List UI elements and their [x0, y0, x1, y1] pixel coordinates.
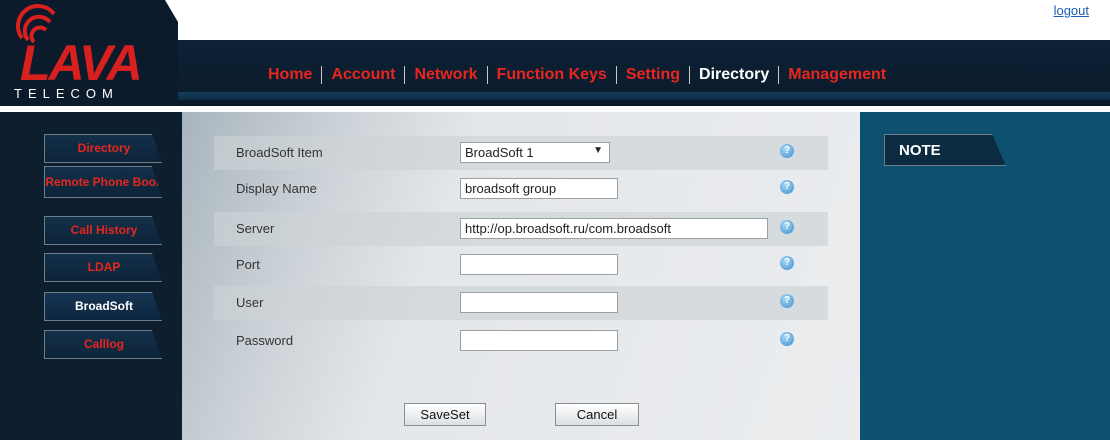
help-icon[interactable]: ? — [780, 180, 794, 194]
cancel-button[interactable]: Cancel — [555, 403, 639, 426]
logo-wordmark: LAVA — [20, 35, 143, 91]
broadsoft-item-label: BroadSoft Item — [236, 145, 323, 160]
help-icon[interactable]: ? — [780, 294, 794, 308]
server-label: Server — [236, 221, 275, 236]
main-navigation: Home Account Network Function Keys Setti… — [268, 64, 895, 86]
password-input[interactable] — [460, 330, 618, 351]
logo: LAVA TELECOM — [0, 0, 178, 106]
nav-home[interactable]: Home — [268, 65, 321, 85]
logo-subtitle: TELECOM — [14, 86, 119, 101]
password-label: Password — [236, 333, 294, 348]
broadsoft-item-row: BroadSoft Item BroadSoft 1 ▼ ? — [214, 136, 828, 170]
password-row: Password ? — [214, 324, 828, 358]
port-input[interactable] — [460, 254, 618, 275]
broadsoft-form: BroadSoft Item BroadSoft 1 ▼ ? Display N… — [182, 112, 860, 440]
port-label: Port — [236, 257, 260, 272]
logout-link[interactable]: logout — [1054, 3, 1089, 18]
nav-network[interactable]: Network — [405, 65, 486, 85]
user-label: User — [236, 295, 264, 310]
port-row: Port ? — [214, 248, 828, 282]
sidebar-item-calllog[interactable]: Calllog — [44, 330, 162, 359]
broadsoft-item-value: BroadSoft 1 — [465, 145, 534, 160]
display-name-input[interactable] — [460, 178, 618, 199]
help-icon[interactable]: ? — [780, 332, 794, 346]
user-input[interactable] — [460, 292, 618, 313]
nav-management[interactable]: Management — [779, 65, 895, 85]
sidebar-item-call-history[interactable]: Call History — [44, 216, 162, 245]
user-row: User ? — [214, 286, 828, 320]
saveset-button[interactable]: SaveSet — [404, 403, 486, 426]
note-panel: NOTE — [860, 112, 1110, 440]
dropdown-arrow-icon: ▼ — [593, 145, 603, 156]
help-icon[interactable]: ? — [780, 144, 794, 158]
help-icon[interactable]: ? — [780, 220, 794, 234]
sidebar-item-broadsoft[interactable]: BroadSoft — [44, 292, 162, 321]
sidebar-item-remote-phone-book[interactable]: Remote Phone Book — [44, 166, 162, 198]
nav-setting[interactable]: Setting — [617, 65, 689, 85]
nav-account[interactable]: Account — [322, 65, 404, 85]
nav-bar-stripe — [178, 92, 1110, 100]
display-name-row: Display Name ? — [214, 172, 828, 206]
broadsoft-item-select[interactable]: BroadSoft 1 ▼ — [460, 142, 610, 163]
server-row: Server ? — [214, 212, 828, 246]
display-name-label: Display Name — [236, 181, 317, 196]
sidebar: Directory Remote Phone Book Call History… — [0, 112, 182, 440]
help-icon[interactable]: ? — [780, 256, 794, 270]
nav-directory[interactable]: Directory — [690, 65, 778, 85]
sidebar-item-ldap[interactable]: LDAP — [44, 253, 162, 282]
server-input[interactable] — [460, 218, 768, 239]
note-title: NOTE — [884, 134, 1006, 166]
sidebar-item-directory[interactable]: Directory — [44, 134, 162, 163]
nav-function-keys[interactable]: Function Keys — [488, 65, 616, 85]
